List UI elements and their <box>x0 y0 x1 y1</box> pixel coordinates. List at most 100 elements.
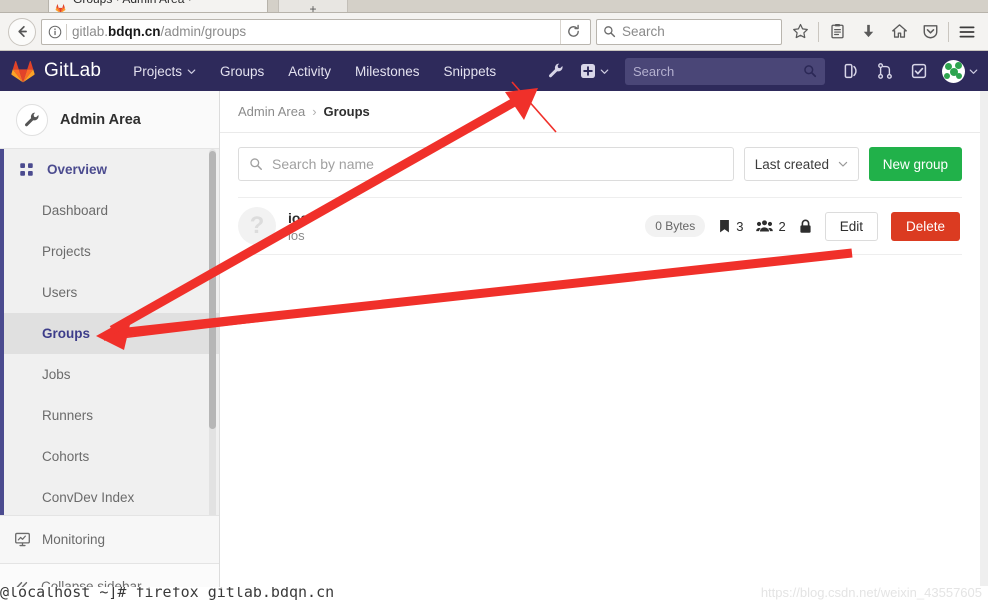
nav-item-projects-label: Projects <box>133 63 182 79</box>
library-button[interactable] <box>824 19 850 45</box>
merge-requests-button[interactable] <box>869 55 901 87</box>
reload-button[interactable] <box>560 19 586 44</box>
address-bar[interactable]: gitlab.bdqn.cn/admin/groups <box>41 18 591 45</box>
url-prefix: gitlab. <box>72 24 109 39</box>
sidebar-item-groups[interactable]: Groups <box>4 313 219 354</box>
sidebar-header[interactable]: Admin Area <box>0 91 219 149</box>
download-icon <box>863 24 873 38</box>
sort-dropdown[interactable]: Last created <box>743 147 859 181</box>
screenshot-root: Groups · Admin Area · + gitlab.bdqn.cn/a… <box>0 0 988 609</box>
address-bar-url: gitlab.bdqn.cn/admin/groups <box>72 24 560 39</box>
todos-icon <box>911 63 927 79</box>
gitlab-brand-text: GitLab <box>44 60 102 81</box>
gitlab-nav-right: Search <box>540 55 978 87</box>
chevron-down-icon <box>187 68 196 74</box>
admin-sidebar: Admin Area Overview Dashboard Projects U… <box>0 91 220 609</box>
users-icon <box>756 220 774 232</box>
search-icon <box>250 158 262 170</box>
pocket-button[interactable] <box>917 19 943 45</box>
projects-count: 3 <box>718 219 743 234</box>
gitlab-navbar: GitLab Projects Groups Activity Mileston… <box>0 51 988 91</box>
watermark: https://blog.csdn.net/weixin_43557605 <box>760 585 982 600</box>
bookmark-icon <box>720 219 730 232</box>
visibility-indicator <box>799 219 812 234</box>
nav-item-milestones[interactable]: Milestones <box>343 51 432 91</box>
group-avatar: ? <box>238 207 276 245</box>
star-icon <box>792 23 808 39</box>
members-count: 2 <box>756 218 786 234</box>
chevron-down-icon <box>600 68 609 74</box>
sidebar-scrollbar-thumb[interactable] <box>209 151 216 429</box>
gitlab-logo[interactable]: GitLab <box>10 58 101 84</box>
sidebar-item-jobs[interactable]: Jobs <box>4 354 219 395</box>
edit-button[interactable]: Edit <box>824 211 878 241</box>
admin-avatar <box>16 103 48 136</box>
home-button[interactable] <box>886 19 912 45</box>
reload-icon <box>568 24 579 37</box>
browser-search-input[interactable]: Search <box>596 18 782 45</box>
plus-icon <box>581 64 595 78</box>
group-name[interactable]: ios <box>288 210 308 226</box>
group-search-input[interactable]: Search by name <box>238 147 734 181</box>
sidebar-item-cohorts[interactable]: Cohorts <box>4 436 219 477</box>
browser-toolbar: gitlab.bdqn.cn/admin/groups Search <box>0 13 988 51</box>
monitor-icon <box>15 532 30 547</box>
gitlab-search-input[interactable]: Search <box>625 57 825 85</box>
sidebar-item-runners[interactable]: Runners <box>4 395 219 436</box>
chevron-down-icon <box>838 161 847 167</box>
gitlab-search-placeholder: Search <box>633 63 675 79</box>
main-content: Admin Area › Groups Search by name Last … <box>220 91 980 609</box>
terminal-command-line: @localhost ~]# firefox gitlab.bdqn.cn <box>0 587 335 601</box>
admin-area-button[interactable] <box>540 55 572 87</box>
sidebar-item-convdev-index[interactable]: ConvDev Index <box>4 477 219 518</box>
browser-tab[interactable]: Groups · Admin Area · <box>48 0 268 12</box>
lock-icon <box>800 219 811 233</box>
new-dropdown-button[interactable] <box>574 63 615 79</box>
grid-dots-icon <box>20 163 33 176</box>
nav-item-projects[interactable]: Projects <box>121 51 208 91</box>
group-search-placeholder: Search by name <box>272 156 374 172</box>
app-menu-button[interactable] <box>954 19 980 45</box>
issues-icon <box>844 63 857 79</box>
nav-item-activity[interactable]: Activity <box>276 51 343 91</box>
back-button[interactable] <box>8 17 36 46</box>
sort-dropdown-label: Last created <box>754 156 829 172</box>
pocket-icon <box>923 25 937 39</box>
sidebar-title: Admin Area <box>60 111 141 128</box>
toolbar-divider <box>818 21 819 42</box>
page-scrollbar[interactable] <box>980 91 988 586</box>
browser-tabstrip: Groups · Admin Area · + <box>0 0 988 13</box>
new-tab-button[interactable]: + <box>278 0 348 12</box>
issues-button[interactable] <box>835 55 867 87</box>
breadcrumb-separator: › <box>312 104 317 119</box>
browser-tab-title: Groups · Admin Area · <box>73 0 192 6</box>
address-bar-divider <box>66 23 67 40</box>
wrench-icon <box>549 63 563 78</box>
sidebar-item-projects[interactable]: Projects <box>4 231 219 272</box>
browser-search-placeholder: Search <box>622 24 665 39</box>
sidebar-item-overview-label: Overview <box>47 162 108 177</box>
delete-button[interactable]: Delete <box>890 211 960 241</box>
members-count-value: 2 <box>778 218 786 234</box>
sidebar-item-overview[interactable]: Overview <box>4 149 219 190</box>
sidebar-item-monitoring[interactable]: Monitoring <box>0 515 219 563</box>
new-group-button[interactable]: New group <box>868 147 962 181</box>
breadcrumb: Admin Area › Groups <box>220 91 980 133</box>
toolbar-divider-2 <box>948 21 949 42</box>
hamburger-menu-icon <box>959 26 975 37</box>
bookmark-button[interactable] <box>787 19 813 45</box>
breadcrumb-root[interactable]: Admin Area <box>238 104 305 119</box>
group-meta: 0 Bytes 3 2 Edit Delete <box>645 211 960 241</box>
user-menu-button[interactable] <box>937 55 969 87</box>
chevron-down-icon[interactable] <box>969 67 978 76</box>
sidebar-item-users[interactable]: Users <box>4 272 219 313</box>
downloads-button[interactable] <box>855 19 881 45</box>
page-info-icon[interactable] <box>46 24 64 40</box>
sidebar-item-monitoring-label: Monitoring <box>42 532 106 547</box>
todos-button[interactable] <box>903 55 935 87</box>
merge-requests-icon <box>878 63 892 79</box>
group-identity: ios ios <box>288 210 308 243</box>
nav-item-snippets[interactable]: Snippets <box>432 51 509 91</box>
nav-item-groups[interactable]: Groups <box>208 51 276 91</box>
sidebar-item-dashboard[interactable]: Dashboard <box>4 190 219 231</box>
